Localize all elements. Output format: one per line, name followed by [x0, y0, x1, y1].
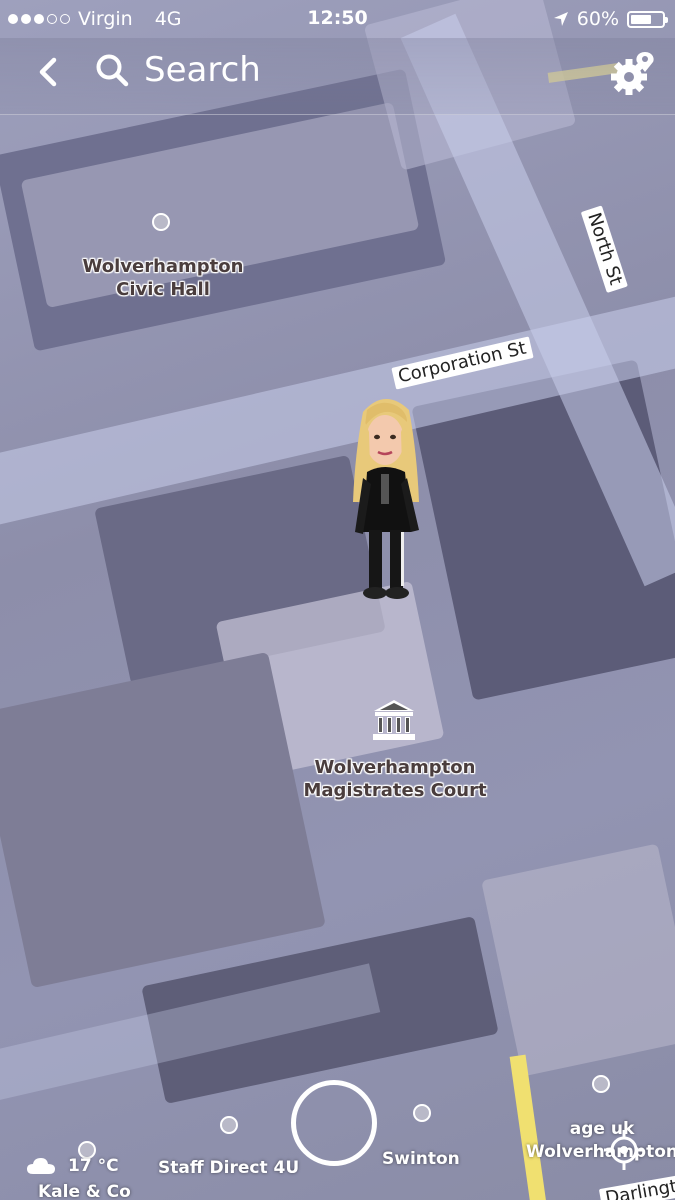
place-pin[interactable] [592, 1075, 610, 1093]
search-icon [96, 54, 129, 87]
street-label-north-st: North St [580, 205, 628, 293]
place-pin[interactable] [413, 1104, 431, 1122]
map-building [0, 651, 326, 989]
back-chevron-icon[interactable] [32, 52, 68, 92]
camera-shutter-button[interactable] [291, 1080, 377, 1166]
place-label-age-uk[interactable]: age uk Wolverhampton [522, 1118, 675, 1164]
place-label-kale-co[interactable]: Kale & Co [38, 1181, 148, 1200]
place-pin[interactable] [152, 213, 170, 231]
place-label-staff-direct[interactable]: Staff Direct 4U [158, 1157, 303, 1180]
cloud-icon [27, 1158, 55, 1174]
map-view[interactable]: Wolverhampton Civic Hall Corporation St … [0, 0, 675, 1200]
map-settings-gear-icon[interactable] [609, 50, 657, 98]
place-label-civic-hall[interactable]: Wolverhampton Civic Hall [68, 255, 258, 301]
search-bar[interactable]: Search [94, 50, 261, 90]
search-label: Search [144, 50, 261, 90]
battery-percent: 60% [576, 8, 619, 30]
place-pin[interactable] [220, 1116, 238, 1134]
bitmoji-avatar[interactable] [345, 392, 430, 607]
location-arrow-icon [553, 12, 568, 26]
search-header: Search [0, 38, 675, 115]
map-building [481, 843, 675, 1077]
status-bar: Virgin 4G 12:50 60% [0, 0, 675, 38]
weather-widget: 17 °C [26, 1156, 119, 1176]
temperature: 17 °C [68, 1156, 119, 1176]
locate-me-icon[interactable] [602, 1128, 646, 1172]
courthouse-icon[interactable] [370, 698, 418, 744]
battery-icon [627, 10, 668, 28]
street-label-darlington: Darlington [598, 1171, 675, 1200]
place-label-magistrates-court[interactable]: Wolverhampton Magistrates Court [285, 756, 505, 802]
status-right: 60% [553, 8, 668, 30]
place-label-swinton[interactable]: Swinton [382, 1148, 472, 1171]
